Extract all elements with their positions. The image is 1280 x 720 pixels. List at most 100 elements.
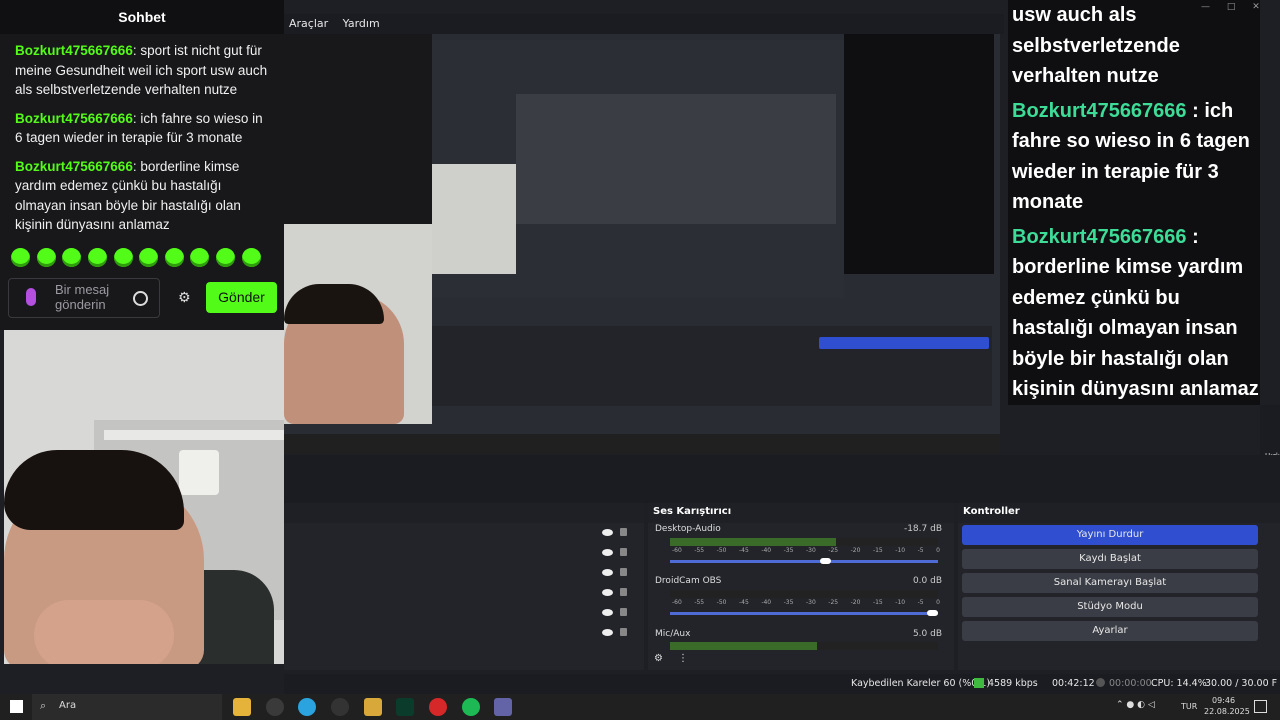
microphone-icon[interactable]	[26, 288, 36, 306]
meter-tick: -40	[761, 547, 772, 554]
message-input-placeholder: Bir mesaj gönderin	[55, 282, 110, 312]
lock-icon[interactable]	[620, 548, 627, 556]
chat-panel: Sohbet Bozkurt475667666: sport ist nicht…	[0, 0, 284, 330]
meter-tick: -15	[872, 599, 883, 606]
minimize-icon[interactable]: —	[1201, 2, 1210, 12]
visibility-icon[interactable]	[602, 569, 613, 576]
overlay-chat-message: Bozkurt475667666 : borderline kimse yard…	[1012, 225, 1259, 401]
bitrate: 4589 kbps	[988, 678, 1038, 689]
emote-icon[interactable]	[11, 248, 31, 267]
app-icon[interactable]	[364, 698, 382, 716]
emote-bar	[8, 247, 278, 273]
volume-slider[interactable]	[670, 558, 938, 564]
visibility-icon[interactable]	[602, 629, 613, 636]
spotify-icon[interactable]	[462, 698, 480, 716]
channel-db: -18.7 dB	[903, 524, 942, 534]
lock-icon[interactable]	[620, 568, 627, 576]
telegram-icon[interactable]	[298, 698, 316, 716]
windows-start-icon[interactable]	[10, 700, 23, 713]
more-menu-icon[interactable]: ⋮	[678, 653, 688, 664]
teams-icon[interactable]	[494, 698, 512, 716]
meter-scale: -60 -55 -50 -45 -40 -35 -30 -25 -20 -15 -10 -5 0	[672, 599, 940, 606]
emote-icon[interactable]	[190, 248, 210, 267]
emote-icon[interactable]	[88, 248, 108, 267]
meter-tick: -25	[828, 547, 839, 554]
overlay-chat-username: Bozkurt475667666	[1012, 99, 1187, 122]
lock-icon[interactable]	[620, 608, 627, 616]
volume-slider[interactable]	[670, 610, 938, 616]
lock-icon[interactable]	[620, 528, 627, 536]
dock-area	[284, 455, 1280, 503]
maximize-icon[interactable]: □	[1227, 2, 1236, 12]
menu-item-tools[interactable]: Araçlar	[289, 17, 328, 30]
channel-db: 5.0 dB	[912, 629, 942, 639]
chat-username[interactable]: Bozkurt475667666	[15, 43, 133, 58]
emote-icon[interactable]	[113, 248, 133, 267]
status-bar: Kaybedilen Kareler 60 (%0.1) 4589 kbps 0…	[284, 674, 1280, 694]
audio-mixer-title: Ses Karıştırıcı	[648, 503, 954, 523]
audition-icon[interactable]	[396, 698, 414, 716]
close-icon[interactable]: ✕	[1252, 2, 1260, 12]
dropped-frames: Kaybedilen Kareler 60 (%0.1)	[851, 678, 991, 689]
volume-slider-knob[interactable]	[927, 610, 938, 616]
sources-dock	[284, 503, 644, 670]
visibility-icon[interactable]	[602, 589, 613, 596]
meter-tick: -20	[850, 547, 861, 554]
opera-icon[interactable]	[429, 698, 447, 716]
emote-icon[interactable]	[216, 248, 236, 267]
chat-username[interactable]: Bozkurt475667666	[15, 111, 133, 126]
visibility-icon[interactable]	[602, 529, 613, 536]
tray-icons[interactable]: ⌃ ● ◐ ◁	[1116, 700, 1155, 710]
window-controls: — □ ✕	[1195, 2, 1280, 14]
emote-icon[interactable]	[139, 248, 159, 267]
visibility-icon[interactable]	[602, 549, 613, 556]
gear-icon[interactable]: ⚙	[178, 290, 191, 306]
emote-icon[interactable]	[62, 248, 82, 267]
chat-title: Sohbet	[0, 0, 284, 34]
chrome-icon[interactable]	[266, 698, 284, 716]
emote-icon[interactable]	[164, 248, 184, 267]
visibility-icon[interactable]	[602, 609, 613, 616]
clock-time[interactable]: 09:46	[1212, 696, 1235, 705]
settings-icon[interactable]: ⚙	[654, 653, 663, 664]
overlay-chat: usw auch als selbstverletzende verhalten…	[1008, 0, 1260, 405]
studio-mode-button[interactable]: Stüdyo Modu	[962, 597, 1258, 617]
channel-name: DroidCam OBS	[655, 576, 722, 586]
stop-streaming-button[interactable]: Yayını Durdur	[962, 525, 1258, 545]
obs-icon[interactable]	[331, 698, 349, 716]
notification-icon[interactable]	[1254, 700, 1267, 713]
meter-tick: -55	[694, 547, 705, 554]
obs-preview[interactable]	[284, 34, 1000, 454]
emoji-icon[interactable]	[133, 291, 148, 306]
start-virtual-camera-button[interactable]: Sanal Kamerayı Başlat	[962, 573, 1258, 593]
menu-item-help[interactable]: Yardım	[343, 17, 380, 30]
lock-icon[interactable]	[620, 628, 627, 636]
send-button[interactable]: Gönder	[206, 282, 277, 313]
meter-tick: 0	[936, 547, 940, 554]
message-input[interactable]: Bir mesaj gönderin	[8, 278, 160, 318]
chat-username[interactable]: Bozkurt475667666	[15, 159, 133, 174]
settings-button[interactable]: Ayarlar	[962, 621, 1258, 641]
emote-icon[interactable]	[241, 248, 261, 267]
meter-tick: -45	[738, 547, 749, 554]
meter-tick: -15	[872, 547, 883, 554]
meter-tick: -60	[672, 599, 682, 606]
meter-tick: -10	[895, 547, 906, 554]
start-recording-button[interactable]: Kaydı Başlat	[962, 549, 1258, 569]
language-indicator[interactable]: TUR	[1181, 702, 1197, 711]
file-explorer-icon[interactable]	[233, 698, 251, 716]
clock-date[interactable]: 22.08.2025	[1204, 707, 1250, 716]
meter-tick: -30	[805, 547, 816, 554]
search-label: Ara	[59, 700, 77, 711]
meter-tick: -45	[738, 599, 749, 606]
emote-icon[interactable]	[36, 248, 56, 267]
meter-tick: -5	[917, 599, 924, 606]
taskbar-search[interactable]: ⌕ Ara	[32, 694, 222, 720]
volume-slider-knob[interactable]	[819, 558, 831, 564]
lock-icon[interactable]	[620, 588, 627, 596]
meter-tick: -25	[828, 599, 839, 606]
meter-tick: 0	[936, 599, 940, 606]
volume-meter	[670, 538, 938, 546]
meter-tick: -35	[783, 599, 794, 606]
chat-message: Bozkurt475667666: ich fahre so wieso in …	[15, 110, 263, 146]
